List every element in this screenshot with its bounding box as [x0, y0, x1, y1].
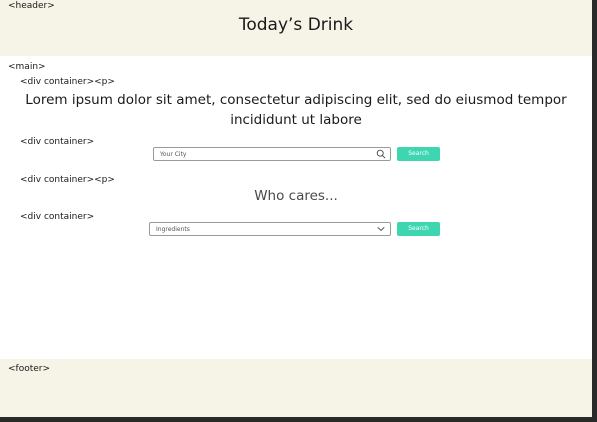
footer-tag-label: <footer>: [8, 364, 51, 374]
chevron-down-icon[interactable]: [376, 224, 386, 234]
ingredients-placeholder: Ingredients: [156, 226, 190, 233]
main-tag-label: <main>: [8, 62, 46, 72]
city-search-input[interactable]: Your City: [153, 147, 391, 161]
city-container-tag-label: <div container>: [20, 137, 95, 147]
page: <header> Today’s Drink <main> <div conta…: [0, 0, 592, 417]
intro-paragraph: Lorem ipsum dolor sit amet, consectetur …: [25, 92, 567, 128]
header: <header> Today’s Drink: [0, 0, 592, 56]
who-cares-paragraph: Who cares...: [254, 188, 338, 204]
city-search-button[interactable]: Search: [397, 147, 440, 161]
search-icon[interactable]: [376, 149, 386, 159]
who-container-tag-label: <div container><p>: [20, 175, 115, 185]
ingredients-select[interactable]: Ingredients: [149, 222, 391, 236]
page-title: Today’s Drink: [238, 15, 354, 35]
header-tag-label: <header>: [8, 1, 55, 11]
ingredients-container-tag-label: <div container>: [20, 212, 95, 222]
footer: <footer>: [0, 359, 592, 417]
ingredients-search-button[interactable]: Search: [397, 222, 440, 236]
intro-container-tag-label: <div container><p>: [20, 77, 115, 87]
city-search-placeholder: Your City: [160, 151, 187, 158]
